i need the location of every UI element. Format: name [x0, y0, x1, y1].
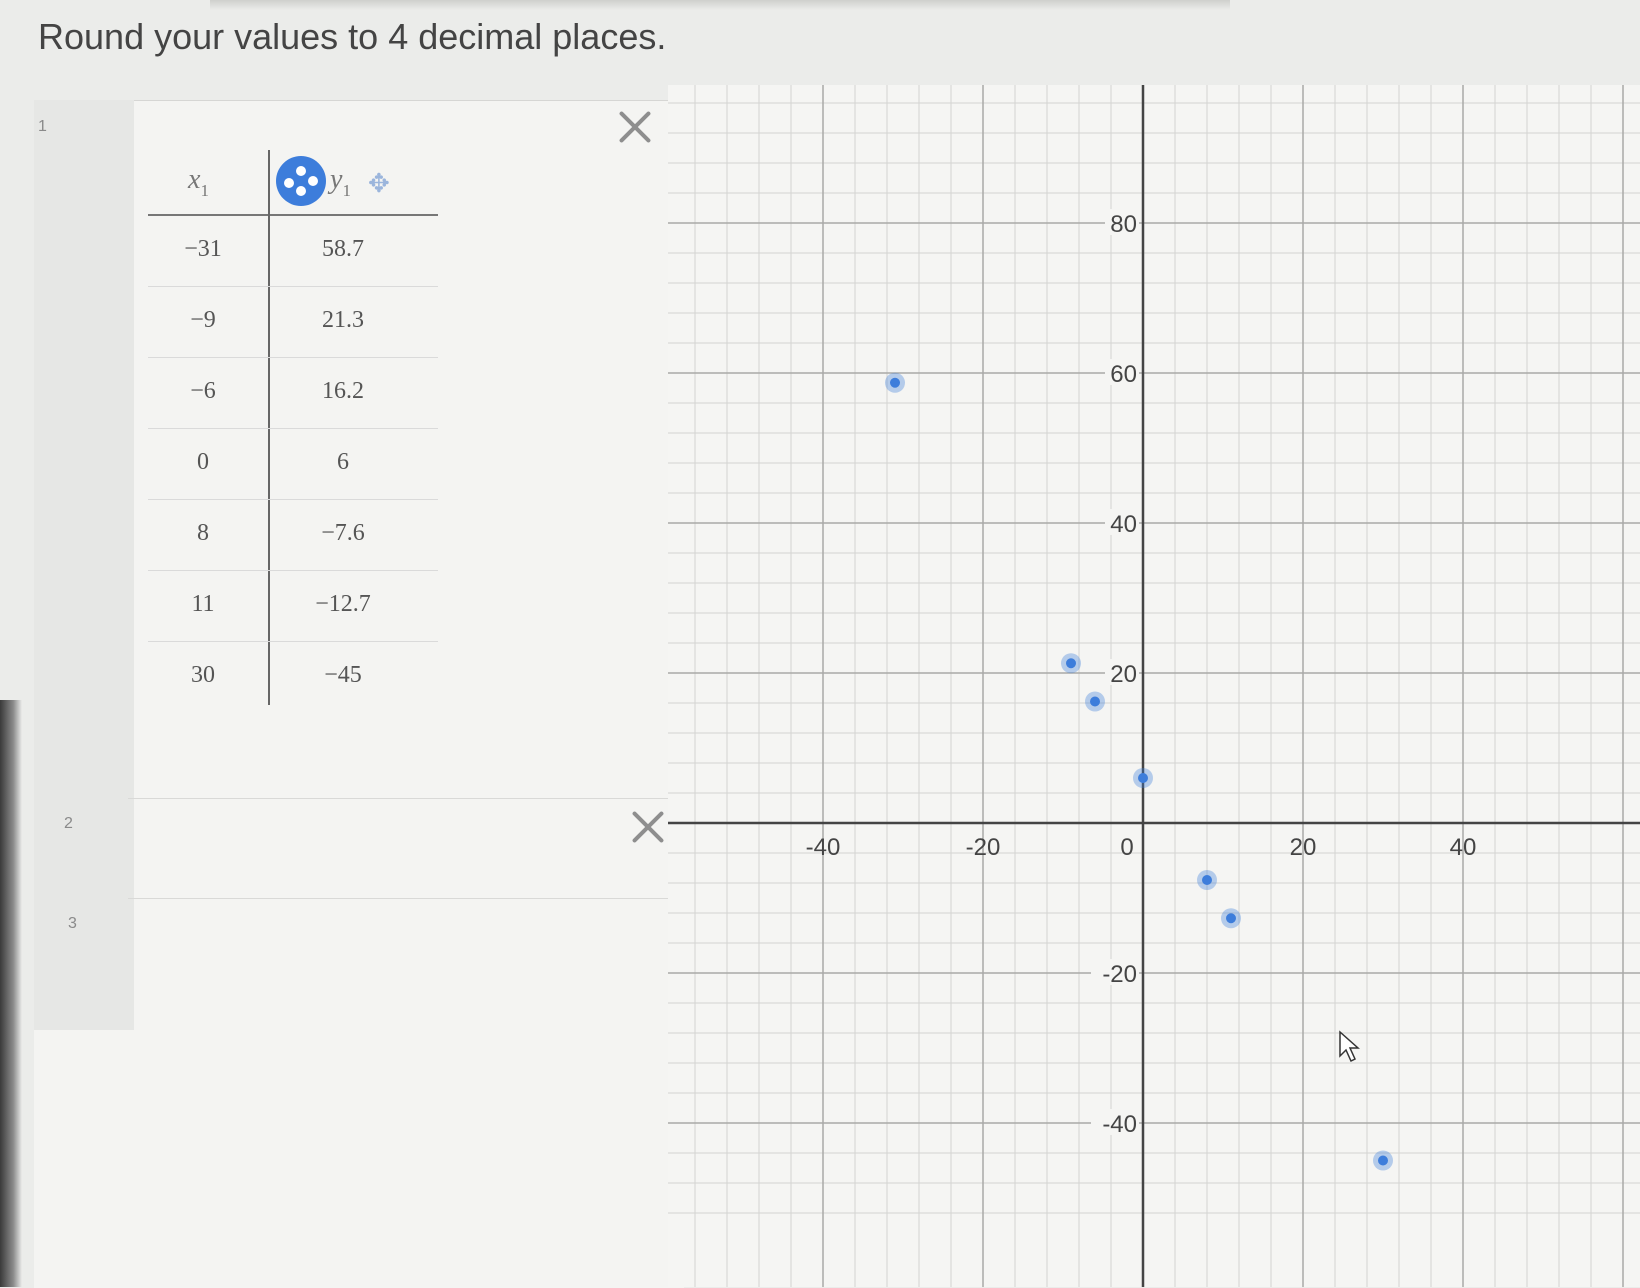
table-row: −9 21.3 [148, 287, 438, 358]
x-tick-label: 0 [1120, 834, 1133, 861]
y-cell[interactable]: 58.7 [288, 236, 398, 263]
table-row: 8 −7.6 [148, 500, 438, 571]
table-header: x1 y1 ✥ [148, 150, 438, 216]
data-table: x1 y1 ✥ −31 58.7 −9 21.3 −6 16.2 0 6 8 −… [148, 150, 438, 712]
point-style-icon[interactable] [276, 156, 326, 206]
x-cell[interactable]: 11 [148, 591, 258, 618]
expression-row-number: 1 [38, 118, 47, 135]
y-cell[interactable]: −7.6 [288, 520, 398, 547]
x-column-header[interactable]: x1 [188, 164, 209, 200]
x-header-subscript: 1 [200, 181, 209, 200]
expression-divider [128, 798, 676, 799]
y-tick-label: 80 [1110, 211, 1137, 238]
x-tick-label: -20 [966, 834, 1001, 861]
mouse-cursor-icon [1339, 1030, 1360, 1063]
delete-table-button[interactable] [617, 108, 653, 144]
table-row: −31 58.7 [148, 216, 438, 287]
y-tick-label: 60 [1110, 361, 1137, 388]
move-icon[interactable]: ✥ [368, 168, 390, 199]
instruction-text: Round your values to 4 decimal places. [38, 16, 667, 57]
y-tick-label: 20 [1110, 661, 1137, 688]
y-tick-label: 40 [1110, 511, 1137, 538]
y-header-label: y [330, 164, 343, 195]
data-point[interactable] [1202, 875, 1212, 885]
y-cell[interactable]: −12.7 [288, 591, 398, 618]
data-point[interactable] [890, 377, 900, 388]
y-cell[interactable]: 21.3 [288, 307, 398, 334]
data-point[interactable] [1138, 773, 1148, 783]
x-cell[interactable]: −31 [148, 236, 258, 263]
expression-row-number: 2 [64, 815, 73, 832]
x-tick-label: 40 [1450, 834, 1477, 861]
y-tick-label: -40 [1102, 1111, 1137, 1138]
y-column-header[interactable]: y1 [330, 164, 351, 200]
data-point[interactable] [1066, 658, 1076, 669]
x-cell[interactable]: −6 [148, 378, 258, 405]
y-cell[interactable]: 16.2 [288, 378, 398, 405]
expression-divider [128, 898, 676, 899]
x-header-label: x [188, 164, 201, 195]
y-cell[interactable]: 6 [288, 449, 398, 476]
data-point[interactable] [1378, 1155, 1388, 1166]
top-shadow [210, 0, 1230, 10]
x-cell[interactable]: −9 [148, 307, 258, 334]
data-point[interactable] [1090, 696, 1100, 707]
expression-gutter [34, 100, 134, 1030]
delete-expression-button[interactable] [630, 808, 666, 844]
data-point[interactable] [1226, 913, 1236, 924]
graph-canvas[interactable]: -40 -20 0 20 40 80 60 40 20 -20 -40 [668, 85, 1640, 1287]
x-cell[interactable]: 8 [148, 520, 258, 547]
table-row: 0 6 [148, 429, 438, 500]
screen-bezel [0, 700, 22, 1287]
y-cell[interactable]: −45 [288, 662, 398, 689]
table-row: 30 −45 [148, 642, 438, 712]
y-header-subscript: 1 [342, 181, 351, 200]
x-tick-label: -40 [806, 834, 841, 861]
graph-paper[interactable]: -40 -20 0 20 40 80 60 40 20 -20 -40 [668, 85, 1640, 1287]
x-tick-label: 20 [1290, 834, 1317, 861]
x-cell[interactable]: 30 [148, 662, 258, 689]
expression-row-number: 3 [68, 915, 77, 932]
table-row: −6 16.2 [148, 358, 438, 429]
table-row: 11 −12.7 [148, 571, 438, 642]
x-cell[interactable]: 0 [148, 449, 258, 476]
y-tick-label: -20 [1102, 961, 1137, 988]
